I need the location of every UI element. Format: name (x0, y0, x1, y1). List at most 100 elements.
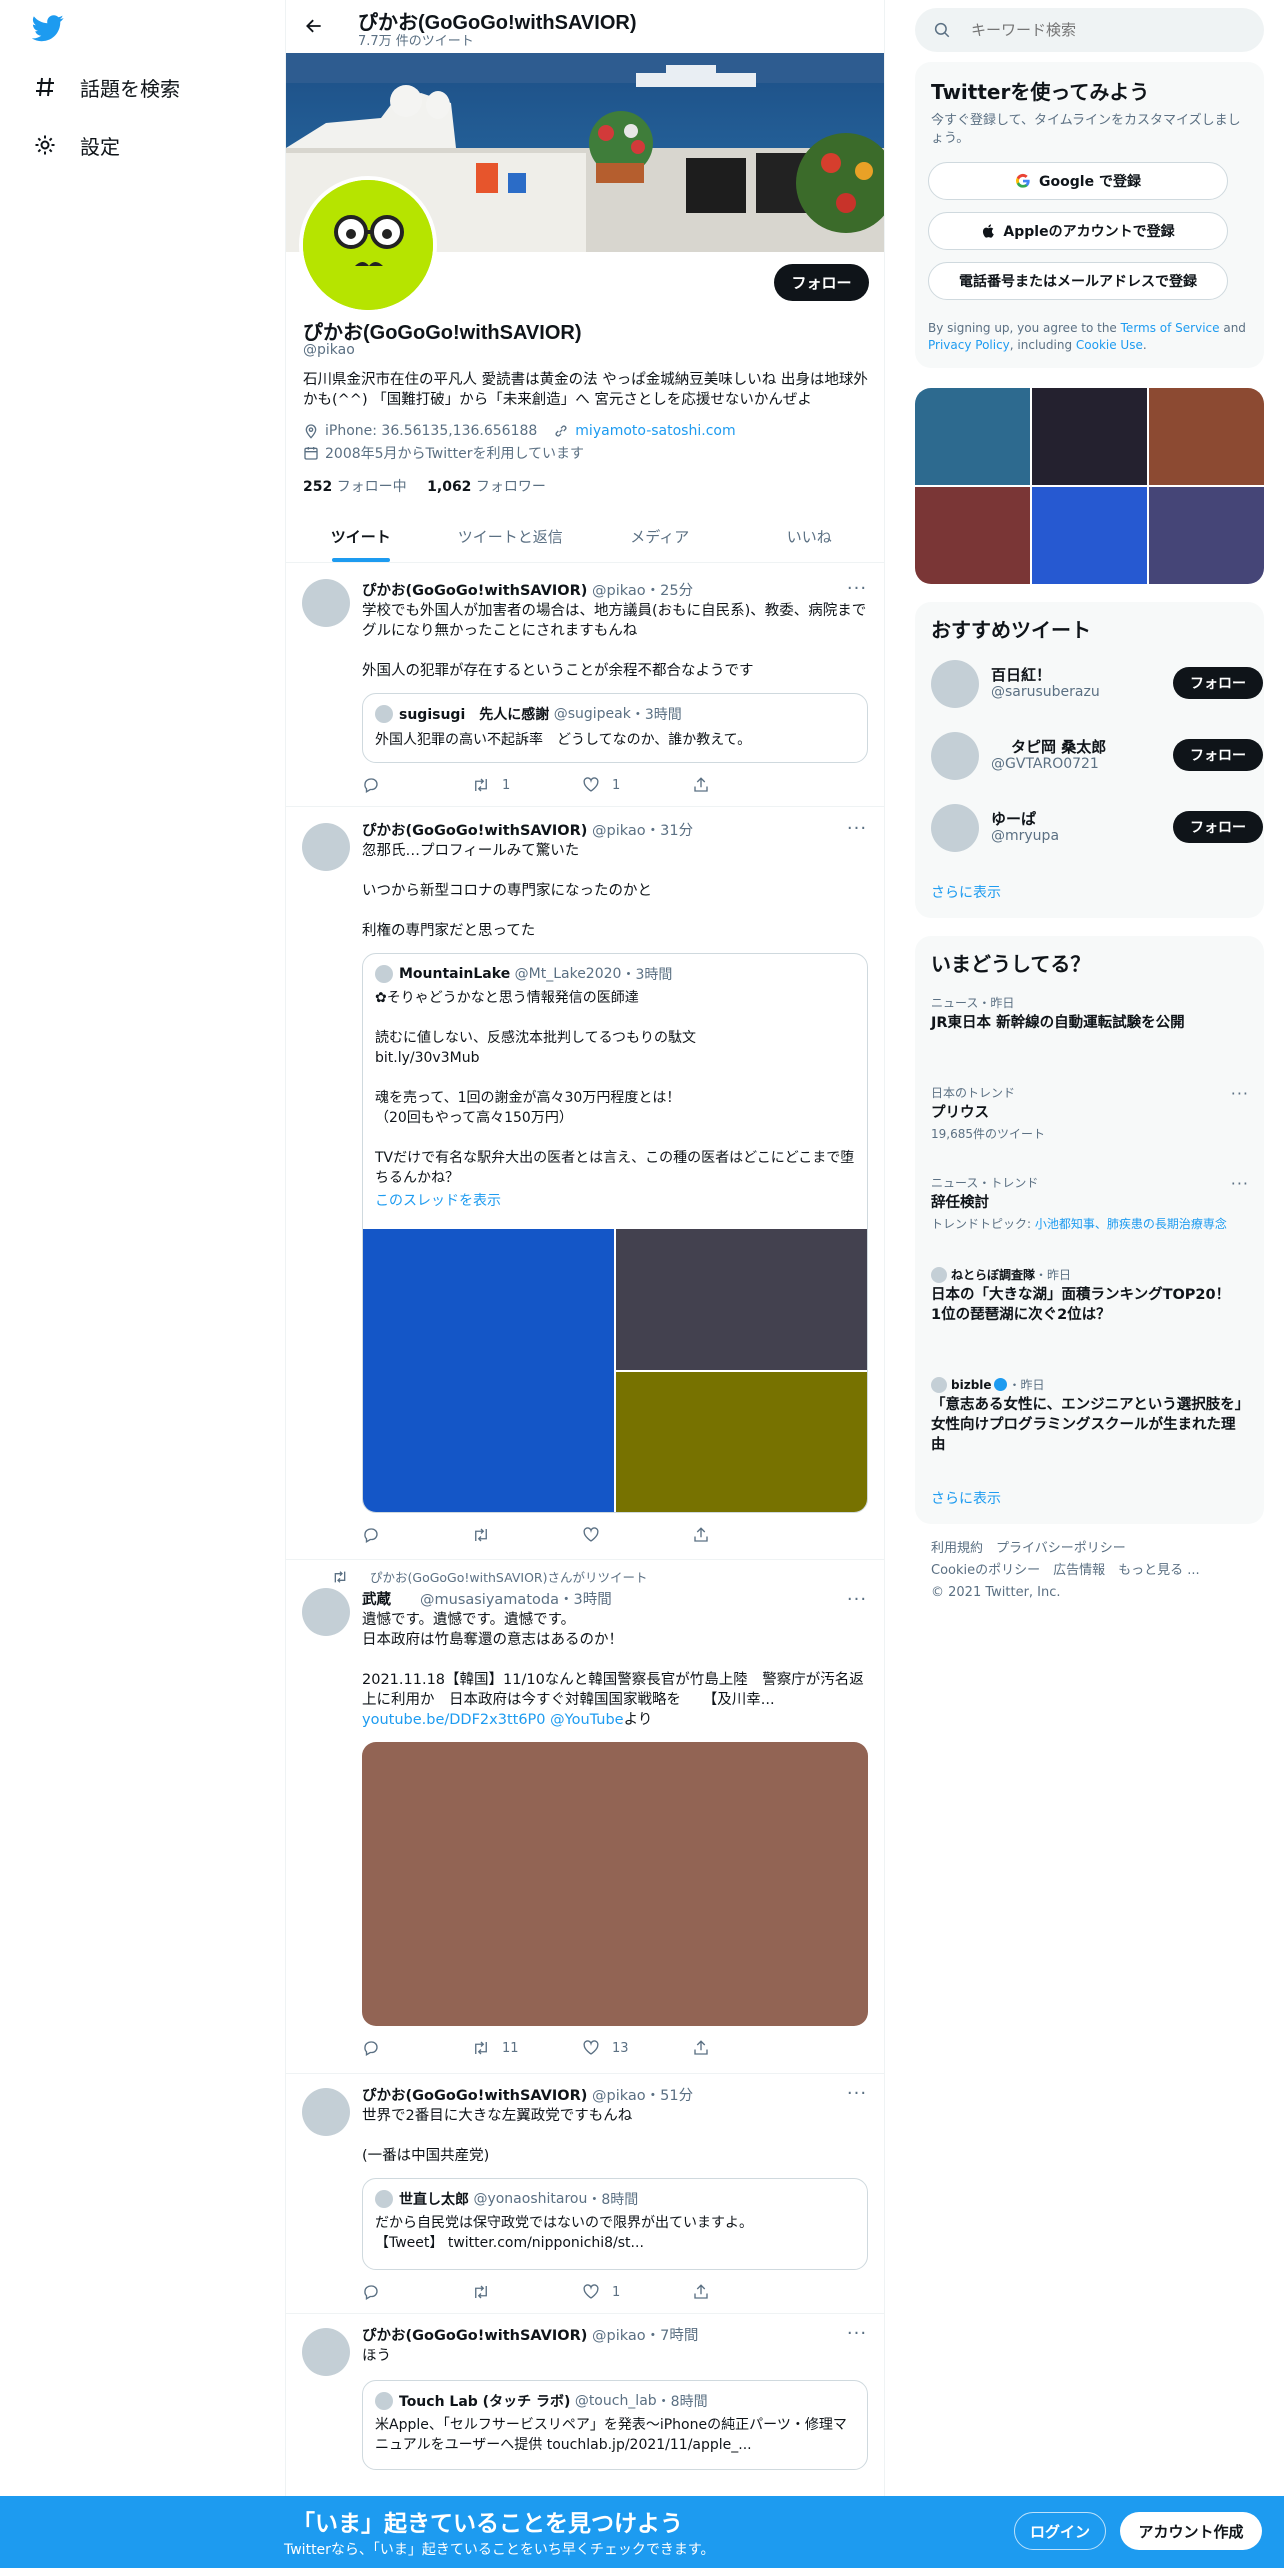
tweet-author-name[interactable]: ぴかお(GoGoGo!withSAVIOR) (362, 823, 587, 839)
youtube-link[interactable]: youtube.be/DDF2x3tt6P0 @YouTube (362, 1712, 624, 1728)
recommended-follow-button[interactable]: フォロー (1173, 811, 1263, 843)
follow-button[interactable]: フォロー (774, 264, 869, 301)
tweet-time[interactable]: ・25分 (646, 583, 693, 599)
show-thread-link[interactable]: このスレッドを表示 (375, 1191, 855, 1211)
login-button[interactable]: ログイン (1014, 2512, 1106, 2550)
search-input[interactable] (971, 21, 1231, 39)
media-thumbnail[interactable] (1032, 388, 1147, 485)
footer-line[interactable]: 利用規約 プライバシーポリシー (931, 1538, 1251, 1560)
quote-tweet[interactable]: 世直し太郎 @yonaoshitarou ・8時間 だから自民党は保守政党ではない… (362, 2178, 868, 2270)
nav-explore[interactable]: 話題を検索 (32, 67, 180, 107)
trend-item[interactable]: bizble ・昨日 「意志ある女性に、エンジニアという選択肢を」 女性向けプログ… (931, 1376, 1257, 1455)
like-button[interactable] (582, 1525, 692, 1545)
tweet-author-name[interactable]: ぴかお(GoGoGo!withSAVIOR) (362, 2088, 587, 2104)
signup-button[interactable]: アカウント作成 (1120, 2512, 1262, 2550)
tweet-author-handle[interactable]: @pikao (592, 583, 646, 599)
recommended-show-more[interactable]: さらに表示 (931, 882, 1001, 902)
avatar[interactable] (931, 804, 979, 852)
like-button[interactable]: 1 (582, 775, 692, 795)
more-icon[interactable]: ··· (846, 2083, 868, 2104)
following-link[interactable]: 252 フォロー中 (303, 479, 407, 495)
trend-item[interactable]: ニュース・昨日 JR東日本 新幹線の自動運転試験を公開 (931, 994, 1249, 1033)
tweet-time[interactable]: ・31分 (646, 823, 693, 839)
quote-media-grid[interactable] (363, 1229, 867, 1512)
like-button[interactable]: 1 (582, 2282, 692, 2302)
tweet-item[interactable]: ぴかお(GoGoGo!withSAVIOR) @pikao・31分 ··· 忽那… (286, 807, 884, 1560)
profile-avatar[interactable] (299, 176, 437, 314)
avatar[interactable] (302, 1588, 350, 1636)
retweet-button[interactable]: 11 (472, 2038, 582, 2058)
privacy-link[interactable]: Privacy Policy (928, 338, 1010, 352)
like-button[interactable]: 13 (582, 2038, 692, 2058)
reply-button[interactable] (362, 775, 472, 795)
retweet-label-text[interactable]: ぴかお(GoGoGo!withSAVIOR)さんがリツイート (370, 1567, 647, 1586)
tweet-author-handle[interactable]: @pikao (592, 2328, 646, 2344)
share-button[interactable] (692, 1525, 802, 1545)
more-icon[interactable]: ··· (846, 1589, 868, 1610)
recommended-follow-button[interactable]: フォロー (1173, 739, 1263, 771)
retweet-button[interactable]: 1 (472, 775, 582, 795)
recommended-user[interactable]: タピ岡 桑太郎 @GVTARO0721 フォロー (931, 732, 1263, 784)
search-box[interactable] (915, 8, 1264, 52)
apple-signup-button[interactable]: Appleのアカウントで登録 (928, 212, 1228, 250)
reply-button[interactable] (362, 2282, 472, 2302)
media-image[interactable] (616, 1372, 867, 1512)
media-thumbnail[interactable] (1149, 487, 1264, 584)
share-button[interactable] (692, 775, 802, 795)
terms-link[interactable]: Terms of Service (1121, 321, 1220, 335)
retweet-button[interactable] (472, 1525, 582, 1545)
trend-item[interactable]: ニュース・トレンド 辞任検討 トレンドトピック: 小池都知事、肺疾患の長期治療専… (931, 1174, 1249, 1232)
tweet-author-handle[interactable]: @pikao (592, 2088, 646, 2104)
nav-settings[interactable]: 設定 (32, 125, 120, 165)
tweet-item[interactable]: ぴかお(GoGoGo!withSAVIOR)さんがリツイート 武蔵 @musas… (286, 1560, 884, 2074)
reply-button[interactable] (362, 1525, 472, 1545)
quote-tweet[interactable]: MountainLake @Mt_Lake2020 ・3時間 ✿そりゃどうかなと思… (362, 953, 868, 1513)
twitter-logo-icon[interactable] (31, 12, 64, 44)
recommended-follow-button[interactable]: フォロー (1173, 667, 1263, 699)
tweet-item[interactable]: ぴかお(GoGoGo!withSAVIOR) @pikao・51分 ··· 世界… (286, 2074, 884, 2314)
media-thumbnail[interactable] (1032, 487, 1147, 584)
tweet-time[interactable]: ・7時間 (646, 2328, 699, 2344)
footer-line[interactable]: Cookieのポリシー 広告情報 もっと見る ... (931, 1560, 1251, 1582)
tab-media[interactable]: メディア (585, 510, 735, 562)
profile-website[interactable]: miyamoto-satoshi.com (575, 423, 735, 439)
tweet-author-name[interactable]: 武蔵 (362, 1592, 391, 1608)
tab-likes[interactable]: いいね (735, 510, 885, 562)
tweet-time[interactable]: ・3時間 (559, 1592, 612, 1608)
recommended-user-name[interactable]: タピ岡 桑太郎 (1011, 736, 1106, 757)
recommended-user-name[interactable]: ゆーぱ (991, 808, 1036, 829)
tab-tweets[interactable]: ツイート (286, 510, 436, 562)
avatar[interactable] (302, 823, 350, 871)
quote-tweet[interactable]: sugisugi 先人に感謝 @sugipeak ・3時間 外国人犯罪の高い不起訴… (362, 693, 868, 763)
avatar[interactable] (302, 2088, 350, 2136)
trend-item[interactable]: 日本のトレンド プリウス 19,685件のツイート ··· (931, 1084, 1249, 1142)
tweet-author-name[interactable]: ぴかお(GoGoGo!withSAVIOR) (362, 2328, 587, 2344)
trend-topic-link[interactable]: 小池都知事、肺疾患の長期治療専念 (1035, 1217, 1227, 1231)
avatar[interactable] (931, 660, 979, 708)
recommended-user-name[interactable]: 百日紅！ (991, 664, 1051, 685)
cookie-link[interactable]: Cookie Use (1076, 338, 1143, 352)
back-arrow-icon[interactable] (300, 12, 328, 40)
media-thumbnail[interactable] (915, 487, 1030, 584)
trends-show-more[interactable]: さらに表示 (931, 1488, 1001, 1508)
tab-tweets-replies[interactable]: ツイートと返信 (436, 510, 586, 562)
more-icon[interactable]: ··· (846, 2323, 868, 2344)
share-button[interactable] (692, 2282, 802, 2302)
media-image[interactable] (616, 1229, 867, 1370)
media-image[interactable] (363, 1229, 614, 1512)
media-image[interactable] (362, 1742, 868, 2026)
more-icon[interactable]: ··· (1231, 1174, 1249, 1193)
media-thumbnail[interactable] (915, 388, 1030, 485)
phone-signup-button[interactable]: 電話番号またはメールアドレスで登録 (928, 262, 1228, 300)
tweet-author-handle[interactable]: @musasiyamatoda (420, 1592, 559, 1608)
tweet-time[interactable]: ・51分 (646, 2088, 693, 2104)
media-thumbnail[interactable] (1149, 388, 1264, 485)
more-icon[interactable]: ··· (846, 578, 868, 599)
retweet-button[interactable] (472, 2282, 582, 2302)
recommended-user[interactable]: 百日紅！ @sarusuberazu フォロー (931, 660, 1263, 712)
reply-button[interactable] (362, 2038, 472, 2058)
avatar[interactable] (302, 579, 350, 627)
more-icon[interactable]: ··· (846, 818, 868, 839)
more-icon[interactable]: ··· (1231, 1084, 1249, 1103)
recommended-user[interactable]: ゆーぱ @mryupa フォロー (931, 804, 1263, 856)
